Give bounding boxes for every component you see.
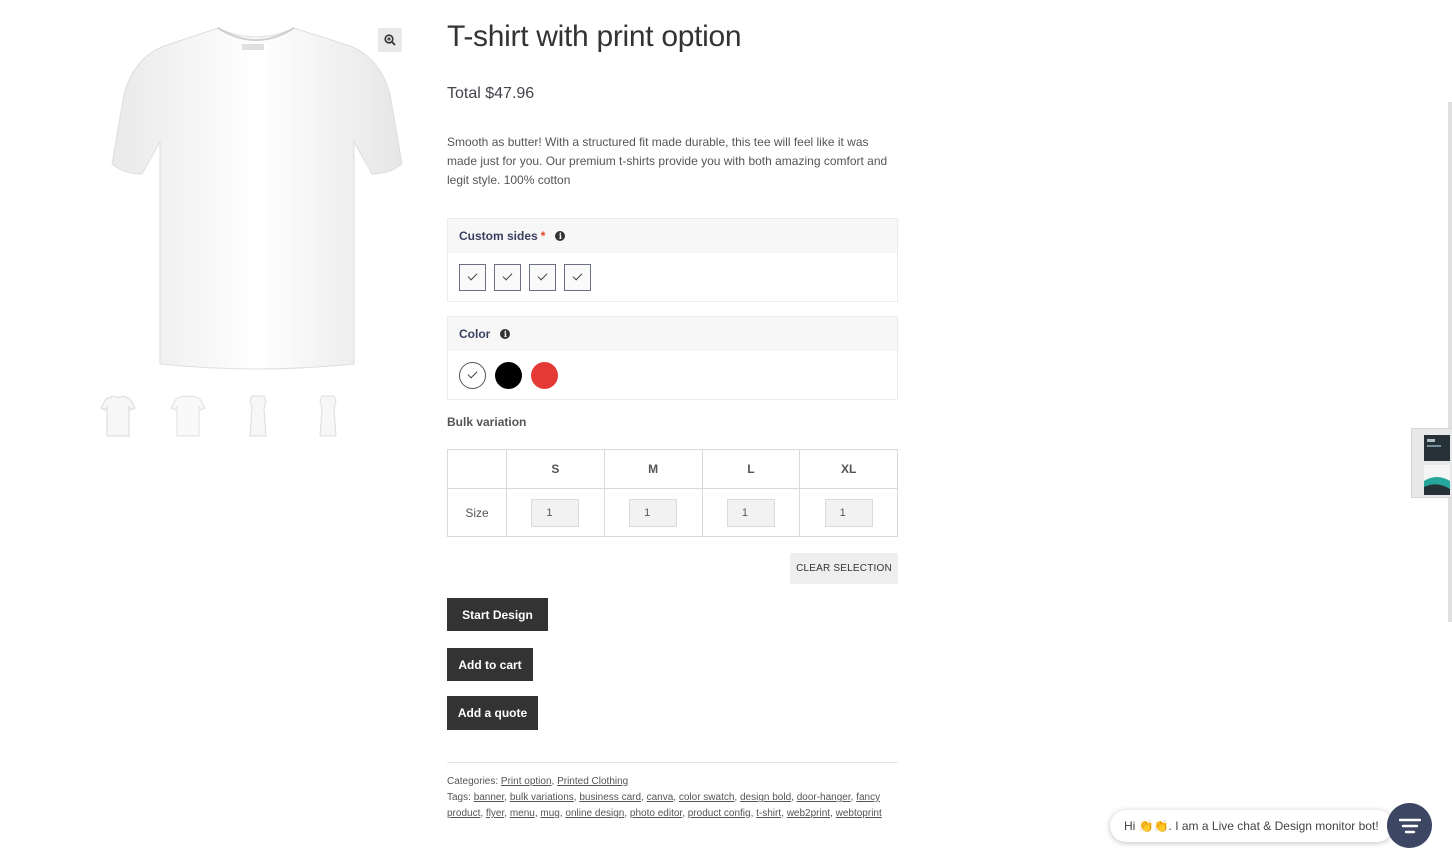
product-description: Smooth as butter! With a structured fit … — [447, 135, 888, 187]
side-swatch-front[interactable] — [459, 263, 486, 291]
color-swatch-black[interactable] — [495, 361, 522, 389]
tag-link[interactable]: business card — [579, 792, 641, 803]
info-icon[interactable]: i — [500, 329, 511, 339]
tag-link[interactable]: menu — [510, 808, 535, 819]
thumbnail-strip — [100, 394, 360, 438]
color-swatch-red[interactable] — [531, 361, 558, 389]
check-icon — [467, 270, 478, 281]
tag-link[interactable]: webtoprint — [836, 808, 882, 819]
product-title: T-shirt with print option — [447, 20, 742, 53]
scrollbar-thumb[interactable] — [1448, 102, 1452, 622]
tag-link[interactable]: mug — [540, 808, 559, 819]
color-swatches — [448, 351, 897, 399]
tag-link[interactable]: product config — [688, 808, 751, 819]
row-label: Size — [447, 488, 507, 537]
bulk-variation-table: S M L XL Size 1 1 1 1 — [447, 449, 898, 537]
thumbnail-left-side[interactable] — [240, 394, 276, 438]
color-swatch-white[interactable] — [459, 361, 486, 389]
size-header: S — [506, 449, 605, 489]
color-label: Color — [459, 327, 491, 341]
quantity-input-xl[interactable]: 1 — [824, 498, 873, 527]
chat-launcher-button[interactable] — [1387, 803, 1432, 848]
color-option: Color i — [447, 316, 898, 400]
tag-link[interactable]: design bold — [740, 792, 791, 803]
product-main-image[interactable] — [110, 24, 403, 374]
tag-link[interactable]: bulk variations — [510, 792, 574, 803]
product-price: Total $47.96 — [447, 85, 535, 102]
check-icon — [537, 270, 548, 281]
check-icon — [502, 270, 513, 281]
product-meta: Categories: Print option, Printed Clothi… — [447, 762, 898, 822]
menu-lines-icon — [1398, 818, 1421, 833]
tag-link[interactable]: web2print — [787, 808, 830, 819]
size-header: M — [603, 449, 703, 489]
thumbnail-front[interactable] — [100, 394, 136, 438]
tags-line: Tags: banner, bulk variations, business … — [447, 792, 882, 819]
category-link[interactable]: Print option — [501, 776, 552, 787]
table-corner-cell — [447, 449, 507, 489]
bulk-variation-label: Bulk variation — [447, 415, 527, 429]
tag-link[interactable]: online design — [565, 808, 624, 819]
custom-sides-header: Custom sides * i — [448, 219, 897, 253]
quantity-input-s[interactable]: 1 — [531, 498, 580, 527]
clear-selection-button[interactable]: CLEAR SELECTION — [790, 553, 898, 584]
thumbnail-back[interactable] — [170, 394, 206, 438]
tag-link[interactable]: color swatch — [679, 792, 735, 803]
tag-link[interactable]: photo editor — [630, 808, 682, 819]
info-icon[interactable]: i — [555, 231, 566, 241]
add-to-cart-button[interactable]: Add to cart — [447, 648, 533, 681]
color-header: Color i — [448, 317, 897, 351]
categories-label: Categories: — [447, 776, 499, 787]
thumbnail-right-side[interactable] — [310, 394, 346, 438]
side-swatch-back[interactable] — [494, 263, 521, 291]
category-link[interactable]: Printed Clothing — [557, 776, 628, 787]
size-header: L — [701, 449, 801, 489]
tag-link[interactable]: t-shirt — [756, 808, 781, 819]
side-swatch-left[interactable] — [529, 263, 556, 291]
custom-sides-option: Custom sides * i — [447, 218, 898, 302]
zoom-button[interactable] — [378, 28, 402, 52]
quantity-input-m[interactable]: 1 — [629, 498, 678, 527]
add-quote-button[interactable]: Add a quote — [447, 696, 538, 730]
custom-sides-label: Custom sides — [459, 229, 538, 243]
tag-link[interactable]: door-hanger — [797, 792, 851, 803]
chat-greeting-bubble[interactable]: Hi 👏👏. I am a Live chat & Design monitor… — [1110, 810, 1393, 842]
custom-sides-swatches — [448, 253, 897, 301]
zoom-in-icon — [384, 34, 396, 46]
table-header-row: S M L XL — [447, 449, 898, 489]
table-row: Size 1 1 1 1 — [447, 488, 898, 537]
size-header: XL — [799, 449, 898, 489]
required-mark: * — [540, 229, 546, 243]
tag-link[interactable]: banner — [474, 792, 505, 803]
tag-link[interactable]: flyer — [486, 808, 504, 819]
check-icon — [467, 368, 478, 379]
tags-label: Tags: — [447, 792, 471, 803]
side-swatch-right[interactable] — [564, 263, 591, 291]
floating-preview-widget[interactable] — [1411, 428, 1452, 498]
tag-link[interactable]: canva — [647, 792, 674, 803]
categories-line: Categories: Print option, Printed Clothi… — [447, 776, 629, 787]
start-design-button[interactable]: Start Design — [447, 598, 548, 631]
check-icon — [572, 270, 583, 281]
quantity-input-l[interactable]: 1 — [726, 498, 775, 527]
